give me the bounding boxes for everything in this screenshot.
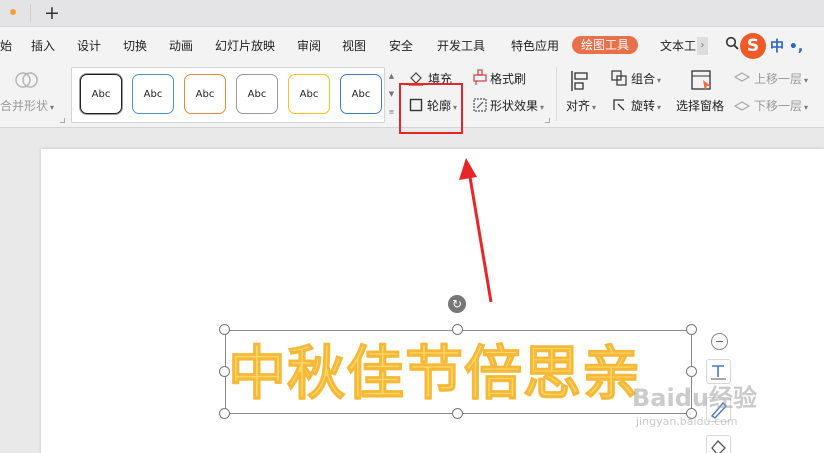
tab-separator <box>30 4 31 22</box>
tab-strip: + <box>0 0 824 27</box>
menu-item-drawing-tools[interactable]: 绘图工具 <box>572 36 639 54</box>
menu-item-start[interactable]: 始 <box>0 38 12 54</box>
style-swatch-black[interactable]: Abc <box>80 74 122 114</box>
menu-item-animation[interactable]: 动画 <box>169 38 193 54</box>
chevron-down-icon: ▾ <box>540 103 545 112</box>
rotate-icon <box>613 99 625 111</box>
style-swatch-yellow[interactable]: Abc <box>288 74 330 114</box>
shape-effects-button[interactable]: 形状效果 ▾ <box>490 99 544 115</box>
unsaved-dot-icon <box>10 9 16 15</box>
style-swatch-gray[interactable]: Abc <box>236 74 278 114</box>
merge-shapes-icon <box>15 72 38 88</box>
format-painter-button[interactable]: 格式刷 <box>490 72 526 86</box>
format-painter-icon <box>473 69 487 85</box>
chevron-down-icon: ▾ <box>804 76 809 85</box>
send-backward-button[interactable]: 下移一层 ▾ <box>754 99 808 115</box>
resize-handle-top-left[interactable] <box>219 324 230 335</box>
resize-handle-top[interactable] <box>452 324 463 335</box>
menu-bar: 始 插入 设计 切换 动画 幻灯片放映 审阅 视图 安全 开发工具 特色应用 绘… <box>0 27 824 63</box>
group-icon <box>611 70 627 86</box>
menu-more-chevron-icon[interactable]: › <box>697 37 708 55</box>
menu-item-developer[interactable]: 开发工具 <box>437 38 485 54</box>
watermark-logo: Baidu经验 <box>632 384 757 412</box>
chevron-up-icon[interactable]: ▲ <box>387 67 396 85</box>
merge-shapes-label: 合并形状 <box>0 99 49 113</box>
chevron-down-icon: ▾ <box>804 103 809 112</box>
chevron-down-icon: ▾ <box>657 76 662 85</box>
style-swatch-orange[interactable]: Abc <box>184 74 226 114</box>
group-launcher[interactable] <box>545 118 550 123</box>
menu-item-special[interactable]: 特色应用 <box>511 38 559 54</box>
bring-forward-button[interactable]: 上移一层 ▾ <box>754 72 808 88</box>
collapse-minus-icon[interactable] <box>711 333 728 350</box>
align-button[interactable]: 对齐 ▾ <box>566 99 596 115</box>
menu-item-design[interactable]: 设计 <box>77 38 101 54</box>
ime-status-text[interactable]: 中 •, <box>770 36 803 56</box>
menu-item-text-tools[interactable]: 文本工 <box>660 38 696 54</box>
shape-effects-label: 形状效果 <box>490 99 539 113</box>
gallery-scroll[interactable]: ▲ ▼ ≡ <box>387 67 396 123</box>
chevron-down-icon[interactable]: ▼ <box>387 85 396 103</box>
gallery-more-icon[interactable]: ≡ <box>387 103 396 121</box>
group-launcher[interactable] <box>60 118 65 123</box>
menu-item-insert[interactable]: 插入 <box>31 38 55 54</box>
wordart-text[interactable]: 中秋佳节倍思亲 <box>228 336 690 410</box>
rotate-handle-icon[interactable]: ↻ <box>448 295 466 313</box>
selection-pane-button[interactable]: 选择窗格 <box>676 99 724 113</box>
merge-shapes-button[interactable]: 合并形状 ▾ <box>0 99 54 115</box>
resize-handle-bottom[interactable] <box>452 408 463 419</box>
watermark: Baidu经验 jingyan.baidu.com <box>632 378 822 453</box>
new-tab-button[interactable]: + <box>44 2 60 24</box>
menu-item-transition[interactable]: 切换 <box>123 38 147 54</box>
rotate-button[interactable]: 旋转 ▾ <box>631 99 661 115</box>
align-label: 对齐 <box>566 99 591 113</box>
group-label: 组合 <box>631 72 656 86</box>
resize-handle-right[interactable] <box>686 366 697 377</box>
app-window: + 始 插入 设计 切换 动画 幻灯片放映 审阅 视图 安全 开发工具 特色应用… <box>0 0 824 453</box>
bring-forward-icon <box>734 72 750 82</box>
menu-item-slideshow[interactable]: 幻灯片放映 <box>215 38 275 54</box>
menu-item-view[interactable]: 视图 <box>342 38 366 54</box>
style-swatch-blue[interactable]: Abc <box>132 74 174 114</box>
watermark-url: jingyan.baidu.com <box>636 415 738 428</box>
chevron-down-icon: ▾ <box>50 103 55 112</box>
style-swatch-dark-blue[interactable]: Abc <box>340 74 382 114</box>
chevron-down-icon: ▾ <box>592 103 597 112</box>
resize-handle-left[interactable] <box>219 366 230 377</box>
shape-style-gallery: Abc Abc Abc Abc Abc Abc <box>71 67 385 123</box>
chevron-down-icon: ▾ <box>657 103 662 112</box>
selection-pane-icon <box>691 70 711 91</box>
send-backward-icon <box>734 101 750 111</box>
group-button[interactable]: 组合 ▾ <box>631 72 661 88</box>
sogou-ime-logo[interactable]: S <box>740 33 766 59</box>
resize-handle-top-right[interactable] <box>686 324 697 335</box>
rotate-label: 旋转 <box>631 99 656 113</box>
menu-item-review[interactable]: 审阅 <box>297 38 321 54</box>
menu-item-security[interactable]: 安全 <box>389 38 413 54</box>
annotation-highlight-box <box>399 83 463 134</box>
shape-effects-icon <box>473 98 487 112</box>
align-icon <box>571 71 588 91</box>
search-icon[interactable] <box>725 36 739 50</box>
ribbon-divider <box>556 67 557 121</box>
resize-handle-bottom-left[interactable] <box>219 408 230 419</box>
send-backward-label: 下移一层 <box>754 99 803 113</box>
bring-forward-label: 上移一层 <box>754 72 803 86</box>
